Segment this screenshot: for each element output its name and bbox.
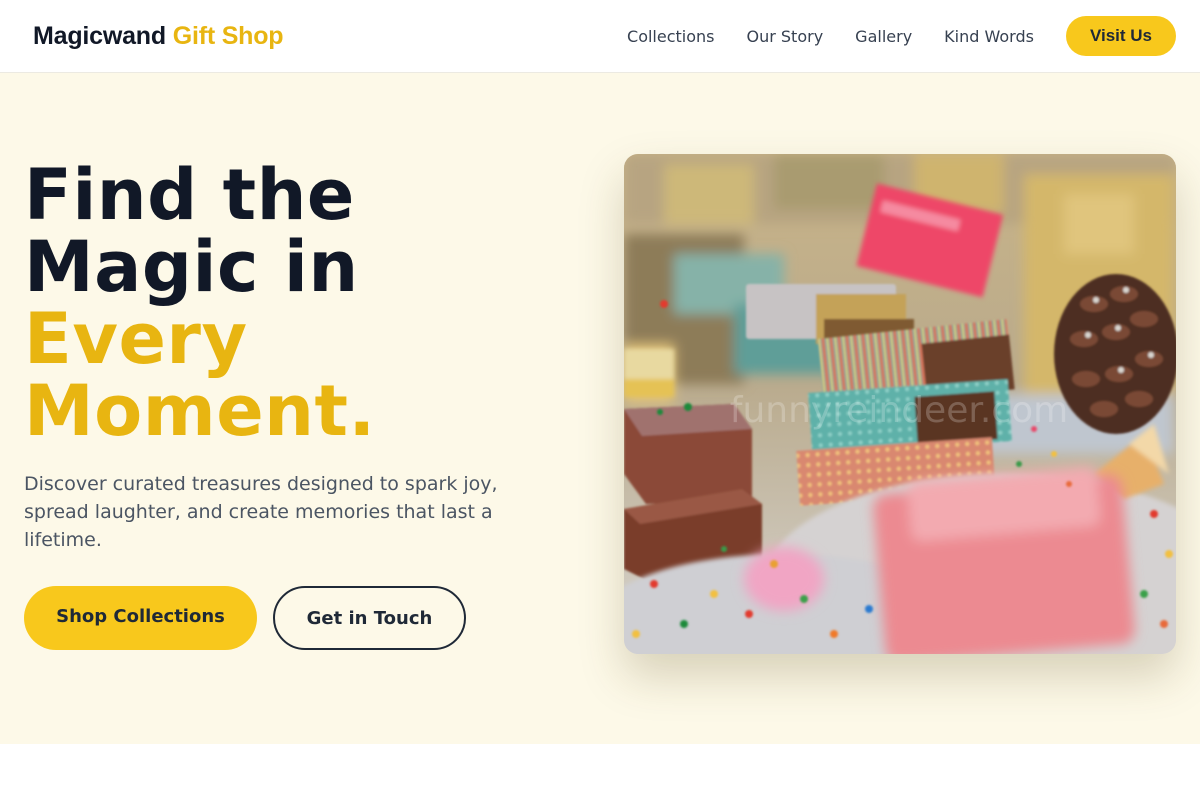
gift-boxes-photo: funnyreindeer.com [624, 154, 1176, 654]
nav-link-gallery[interactable]: Gallery [855, 27, 912, 46]
navbar: Magicwand Gift Shop Collections Our Stor… [0, 0, 1200, 73]
hero-image: funnyreindeer.com [624, 154, 1176, 654]
site-logo[interactable]: Magicwand Gift Shop [33, 21, 284, 51]
hero-description: Discover curated treasures designed to s… [24, 473, 498, 551]
image-watermark: funnyreindeer.com [730, 390, 1068, 431]
hero-section: Find the Magic in Every Moment. Discover… [0, 73, 1200, 744]
hero-headline: Find the Magic in Every Moment. [24, 159, 376, 447]
logo-accent: Gift Shop [172, 21, 284, 50]
headline-line-1: Find the [24, 154, 355, 236]
shop-collections-button[interactable]: Shop Collections [24, 586, 257, 650]
nav-menu: Collections Our Story Gallery Kind Words… [627, 16, 1176, 56]
headline-line-3: Every [24, 298, 248, 380]
visit-us-button[interactable]: Visit Us [1065, 16, 1176, 56]
nav-link-kind-words[interactable]: Kind Words [944, 27, 1034, 46]
get-in-touch-button[interactable]: Get in Touch [273, 586, 466, 650]
headline-line-4: Moment. [24, 370, 376, 452]
nav-link-our-story[interactable]: Our Story [747, 27, 824, 46]
logo-brand: Magicwand [33, 21, 166, 50]
nav-link-collections[interactable]: Collections [627, 27, 714, 46]
headline-line-2: Magic in [24, 226, 359, 308]
